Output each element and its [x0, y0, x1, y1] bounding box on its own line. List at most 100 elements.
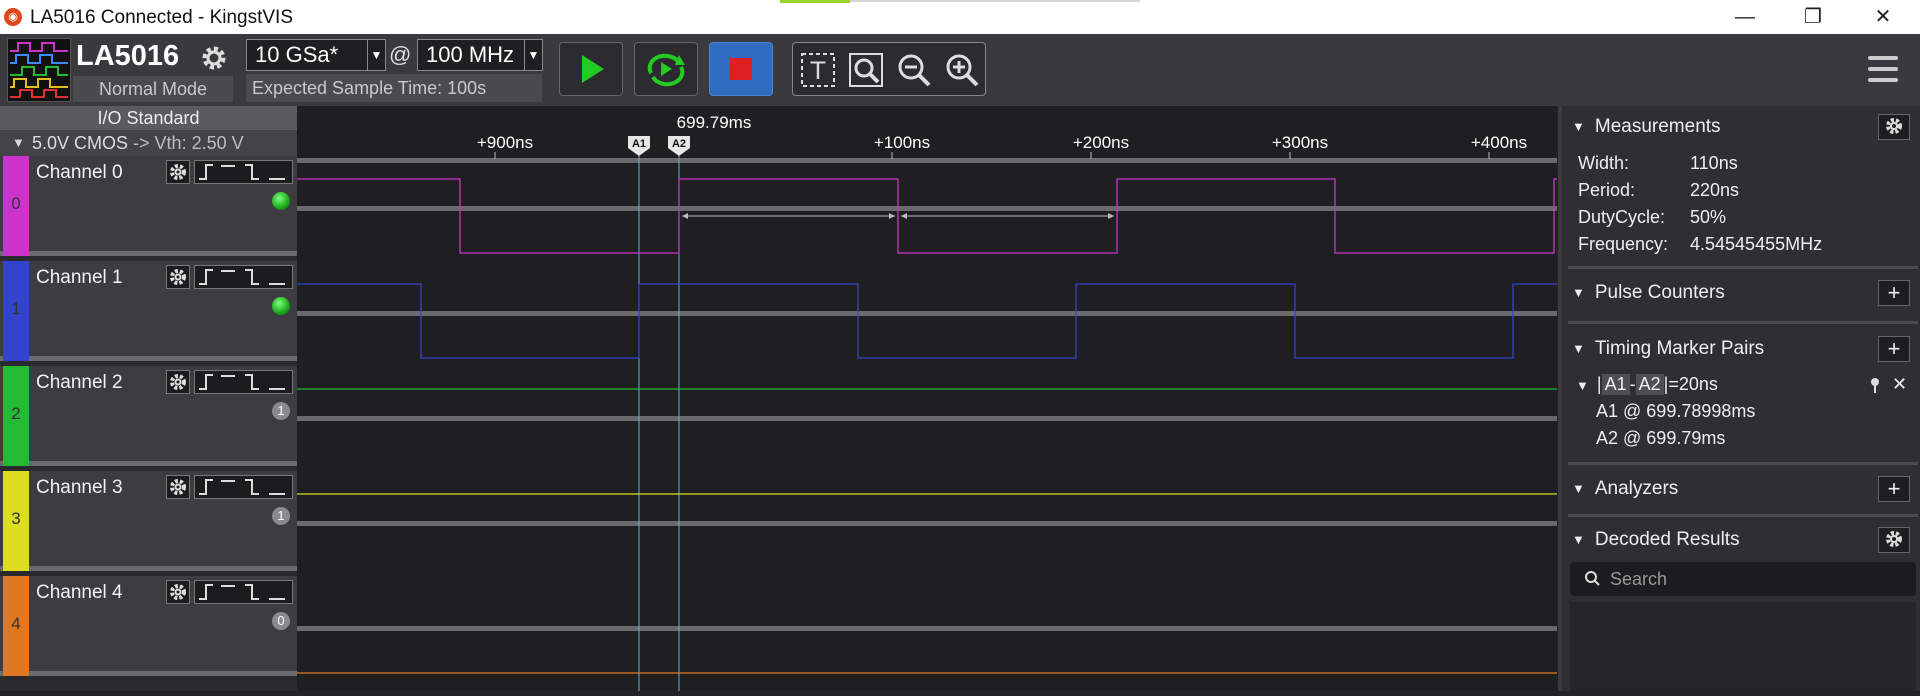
device-mode[interactable]: Normal Mode: [73, 76, 233, 102]
channel-name[interactable]: Channel 0: [36, 162, 123, 184]
channel-row[interactable]: 3 Channel 3 1: [0, 471, 297, 571]
maximize-button[interactable]: ❐: [1790, 4, 1836, 30]
pair-diff: =20ns: [1668, 374, 1718, 394]
channel-trigger-selector[interactable]: [194, 265, 293, 289]
channel-number: 3: [11, 509, 21, 528]
add-pulse-counter-button[interactable]: +: [1878, 280, 1910, 306]
stop-button[interactable]: [709, 42, 773, 96]
channel-settings-gear-icon[interactable]: [166, 370, 190, 394]
channel-level-badge: 0: [272, 612, 290, 630]
channel-settings-gear-icon[interactable]: [166, 265, 190, 289]
channel-name[interactable]: Channel 3: [36, 477, 123, 499]
triangle-down-icon: ▼: [1572, 481, 1585, 497]
channel-trigger-selector[interactable]: [194, 370, 293, 394]
decoded-results-title: Decoded Results: [1594, 529, 1740, 550]
waveform-area[interactable]: +900ns +100ns +200ns +300ns +400ns 699.79ms A1…: [297, 106, 1557, 691]
triangle-down-icon: ▼: [1572, 119, 1585, 135]
channel-separator: [297, 626, 1557, 631]
channel-row[interactable]: 0 Channel 0: [0, 156, 297, 256]
minimize-button[interactable]: —: [1722, 4, 1768, 30]
cursor-time-label: 699.79ms: [677, 113, 752, 132]
device-settings-gear-icon[interactable]: [198, 42, 230, 74]
frequency-label: Frequency:: [1578, 234, 1669, 254]
channel-number: 1: [11, 299, 21, 318]
triangle-down-icon: ▼: [1572, 341, 1585, 357]
io-standard-selector[interactable]: ▼ 5.0V CMOS -> Vth: 2.50 V: [0, 130, 297, 156]
a2-position: A2 @ 699.79ms: [1596, 428, 1726, 448]
channel-row[interactable]: 2 Channel 2 1: [0, 366, 297, 466]
window-title: LA5016 Connected - KingstVIS: [30, 7, 294, 28]
chevron-down-icon: ▼: [524, 40, 542, 70]
search-icon: [1584, 562, 1600, 607]
measurements-settings-gear-icon[interactable]: [1878, 114, 1910, 140]
measure-arrow-icon: [1108, 213, 1114, 219]
divider: [1568, 462, 1918, 465]
sample-rate-select[interactable]: 100 MHz ▼: [417, 39, 543, 71]
channel-level-badge: 1: [272, 402, 290, 420]
close-button[interactable]: ✕: [1860, 4, 1906, 30]
decoded-results-list[interactable]: [1570, 602, 1916, 691]
sample-rate-value: 100 MHz: [426, 42, 515, 67]
svg-text:T: T: [810, 57, 826, 85]
channel-row[interactable]: 4 Channel 4 0: [0, 576, 297, 676]
channel-row[interactable]: 1 Channel 1: [0, 261, 297, 361]
pin-icon[interactable]: [1868, 376, 1884, 394]
start-button[interactable]: [559, 42, 623, 96]
pulse-counters-title: Pulse Counters: [1594, 282, 1725, 303]
sample-depth-select[interactable]: 10 GSa* ▼: [246, 39, 386, 71]
channel-trigger-selector[interactable]: [194, 580, 293, 604]
menu-hamburger-icon[interactable]: [1866, 52, 1900, 86]
width-value: 110ns: [1690, 153, 1738, 173]
duty-cycle-value: 50%: [1690, 207, 1727, 227]
zoom-in-icon[interactable]: [943, 51, 981, 94]
io-standard-header: I/O Standard: [0, 106, 297, 130]
ruler-baseline: [297, 158, 1557, 163]
triangle-down-icon: ▼: [1572, 532, 1585, 548]
width-label: Width:: [1578, 153, 1630, 173]
channel-separator: [297, 416, 1557, 421]
divider: [1568, 514, 1918, 517]
device-name: LA5016: [76, 40, 180, 72]
channel-settings-gear-icon[interactable]: [166, 475, 190, 499]
pulse-counters-header[interactable]: ▼ Pulse Counters: [1572, 282, 1725, 304]
zoom-area-icon[interactable]: [847, 51, 885, 94]
channel-level-badge: 1: [272, 507, 290, 525]
title-accent: [780, 0, 850, 3]
channel-name[interactable]: Channel 1: [36, 267, 123, 289]
timing-marker-pairs-header[interactable]: ▼ Timing Marker Pairs: [1572, 338, 1764, 360]
channel-activity-led-icon: [272, 297, 290, 315]
channel-settings-gear-icon[interactable]: [166, 580, 190, 604]
channel-settings-gear-icon[interactable]: [166, 160, 190, 184]
timing-pair-row[interactable]: ▼ | A1- A2 |=20ns: [1576, 374, 1718, 395]
search-placeholder: Search: [1610, 569, 1668, 589]
title-accent-gray: [850, 0, 1140, 2]
measurements-header[interactable]: ▼ Measurements: [1572, 116, 1721, 138]
channel-name[interactable]: Channel 2: [36, 372, 123, 394]
channel-name[interactable]: Channel 4: [36, 582, 123, 604]
sample-depth-value: 10 GSa*: [255, 42, 339, 67]
divider: [1568, 266, 1918, 269]
measurements-title: Measurements: [1594, 116, 1721, 137]
chevron-down-icon: ▼: [367, 40, 385, 70]
vth-value: -> Vth: 2.50 V: [133, 133, 244, 153]
zoom-out-icon[interactable]: [895, 51, 933, 94]
channel-trigger-selector[interactable]: [194, 160, 293, 184]
add-analyzer-button[interactable]: +: [1878, 476, 1910, 502]
add-timing-pair-button[interactable]: +: [1878, 336, 1910, 362]
decoded-settings-gear-icon[interactable]: [1878, 527, 1910, 553]
channel-number: 2: [11, 404, 21, 423]
device-logo-icon[interactable]: [7, 38, 71, 102]
tick-label: +200ns: [1073, 133, 1129, 152]
marker-a2-flag-label: A2: [672, 138, 686, 150]
analyzers-header[interactable]: ▼ Analyzers: [1572, 478, 1678, 500]
channel-trigger-selector[interactable]: [194, 475, 293, 499]
pair-a1: A1: [1601, 374, 1630, 395]
text-tool-icon[interactable]: T: [799, 51, 837, 94]
period-label: Period:: [1578, 180, 1636, 200]
repeat-run-button[interactable]: [634, 42, 698, 96]
decoded-search-input[interactable]: Search: [1570, 562, 1916, 596]
channel-activity-led-icon: [272, 192, 290, 210]
channel-1-waveform: [297, 283, 1557, 359]
remove-pair-icon[interactable]: ✕: [1892, 374, 1907, 395]
decoded-results-header[interactable]: ▼ Decoded Results: [1572, 529, 1740, 551]
